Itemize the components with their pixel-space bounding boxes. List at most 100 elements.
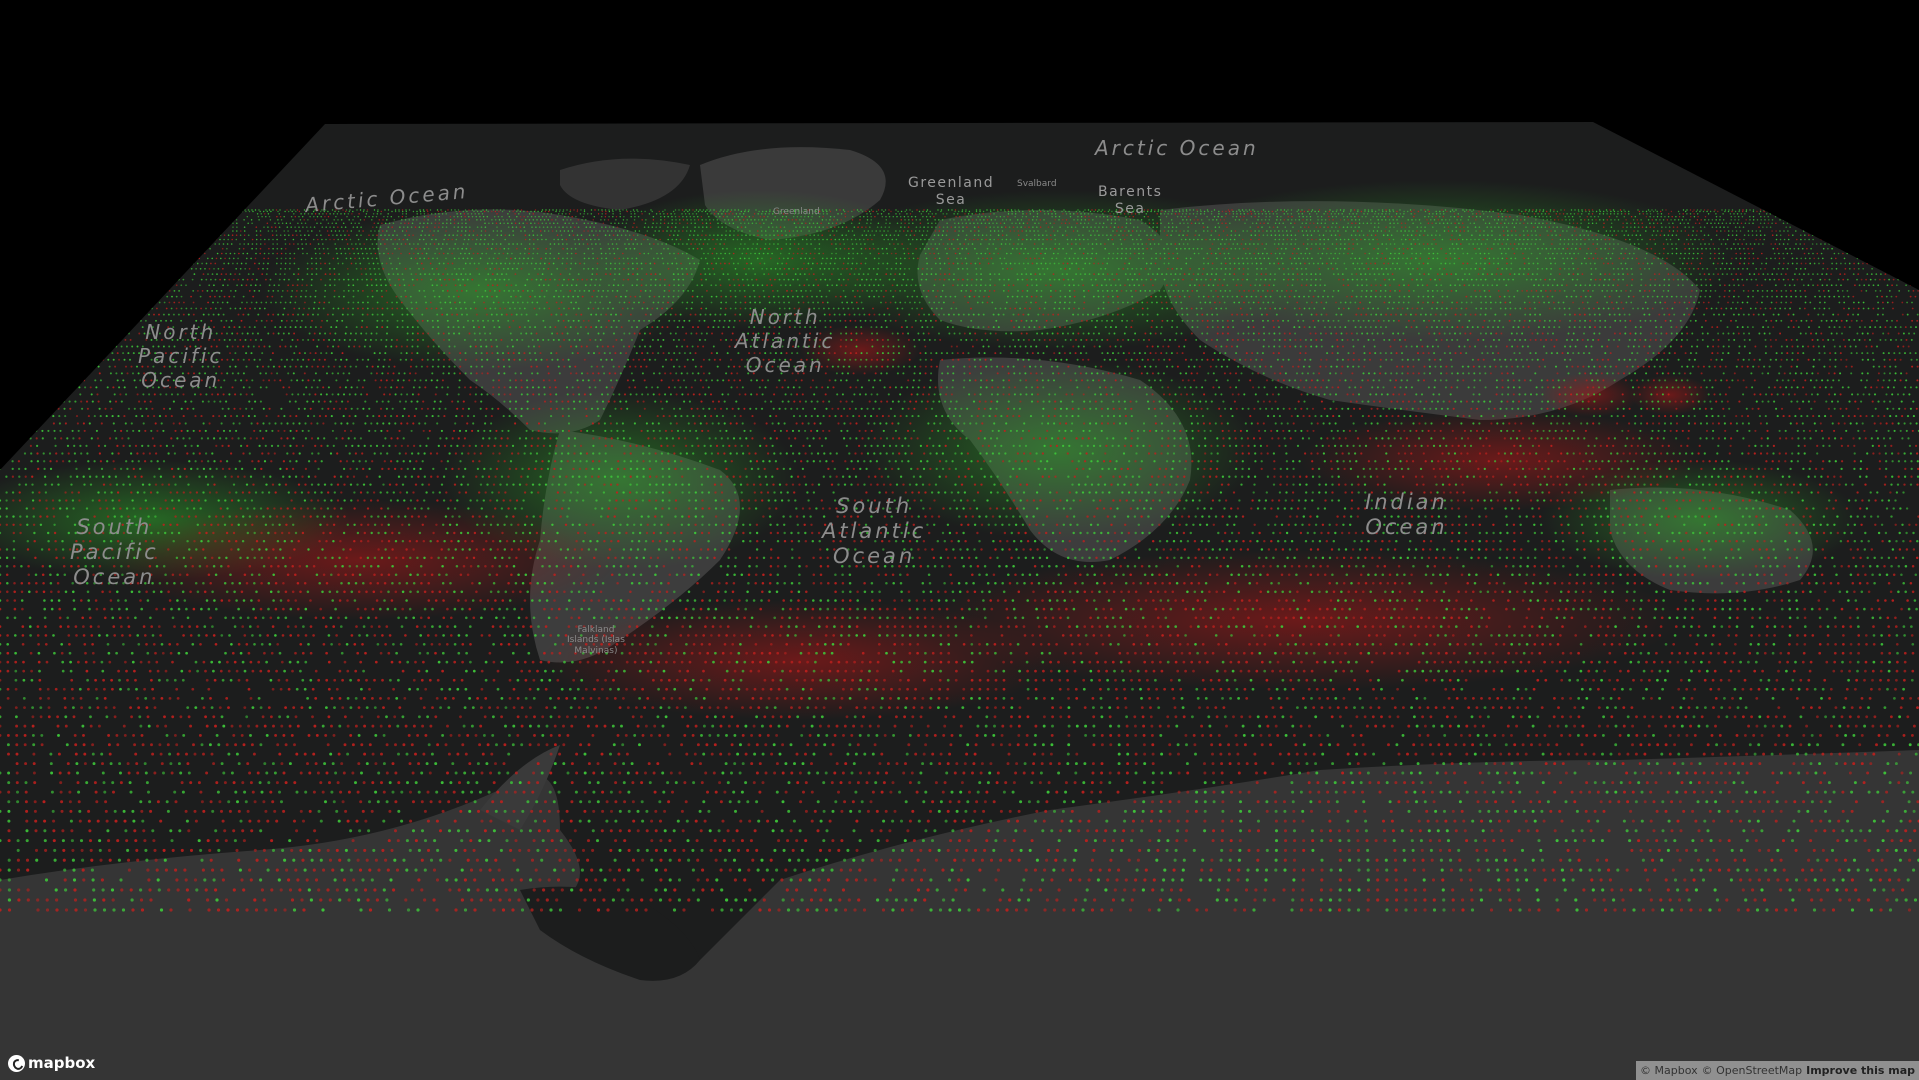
data-dot [1095,222,1097,225]
data-dot [1786,219,1789,221]
data-dot [226,247,228,250]
data-dot [1736,222,1739,225]
data-dot [1523,215,1526,218]
data-dot [1319,226,1321,228]
data-dot [115,219,118,221]
data-dot [1645,215,1648,218]
data-dot [785,234,787,236]
data-dot [133,247,136,250]
data-dot [1863,213,1866,215]
data-dot [1278,252,1281,255]
data-dot [725,226,727,228]
data-dot [658,210,661,213]
data-dot [1125,219,1128,221]
data-dot [1187,215,1190,218]
data-dot [325,226,327,228]
data-dot [1270,230,1272,232]
map-viewport[interactable]: Arctic Ocean Arctic Ocean North Pacific … [0,0,1919,1080]
data-dot [1431,222,1433,225]
data-dot [77,210,80,213]
data-dot [1137,219,1139,221]
data-dot [911,210,914,213]
data-dot [1904,234,1906,236]
data-dot [50,230,53,232]
data-dot [137,257,140,260]
data-dot [575,222,578,225]
data-dot [1427,234,1429,236]
data-dot [661,243,663,245]
data-dot [1432,252,1435,255]
data-dot [1847,222,1850,225]
data-dot [346,215,348,218]
data-dot [7,247,10,250]
data-dot [468,209,470,211]
data-dot [1276,213,1278,215]
data-dot [455,210,457,213]
data-dot [513,209,516,211]
data-dot [1218,226,1221,228]
data-dot [654,230,656,232]
data-dot [52,238,54,241]
data-dot [1381,209,1384,211]
data-dot [582,215,585,218]
data-dot [1007,215,1009,218]
data-dot [160,219,163,221]
data-dot [203,252,206,255]
data-dot [1717,247,1720,250]
data-dot [1270,252,1273,255]
data-dot [979,219,981,221]
data-dot [400,252,402,255]
data-dot [1638,210,1641,213]
data-dot [1844,243,1847,245]
data-dot [513,219,516,221]
data-dot [1317,219,1319,221]
data-dot [985,234,988,236]
data-dot [738,247,741,250]
data-dot [737,226,739,228]
data-dot [621,222,624,225]
data-dot [640,210,643,213]
data-dot [279,209,281,211]
data-dot [175,219,178,221]
data-dot [1903,219,1905,221]
data-dot [1007,210,1010,213]
data-dot [111,226,114,228]
data-dot [1808,209,1811,211]
data-dot [1812,209,1814,211]
data-dot [363,219,366,221]
data-dot [540,219,542,221]
data-dot [1415,219,1417,221]
data-dot [441,213,444,215]
data-dot [1274,230,1276,232]
data-dot [1170,234,1172,236]
data-dot [334,230,337,232]
data-dot [933,252,936,255]
data-dot [1404,238,1407,241]
data-dot [90,243,92,245]
data-dot [986,219,989,221]
data-dot [1486,247,1489,250]
data-dot [135,209,138,211]
data-dot [1819,209,1821,211]
data-dot [1820,226,1822,228]
data-dot [239,243,241,245]
data-dot [216,222,219,225]
data-dot [67,234,69,236]
data-dot [205,222,207,225]
data-dot [1638,213,1641,215]
data-dot [1348,247,1350,250]
data-dot [1511,247,1514,250]
data-dot [177,210,179,213]
data-dot [722,257,724,260]
data-dot [1675,243,1677,245]
data-dot [1276,247,1279,250]
data-dot [495,222,498,225]
data-dot [1218,213,1220,215]
data-dot [877,252,880,255]
data-dot [1242,230,1244,232]
data-dot [793,243,796,245]
data-dot [280,257,283,260]
map-canvas[interactable] [0,0,1919,1080]
data-dot [1494,226,1496,228]
data-dot [1472,209,1475,211]
